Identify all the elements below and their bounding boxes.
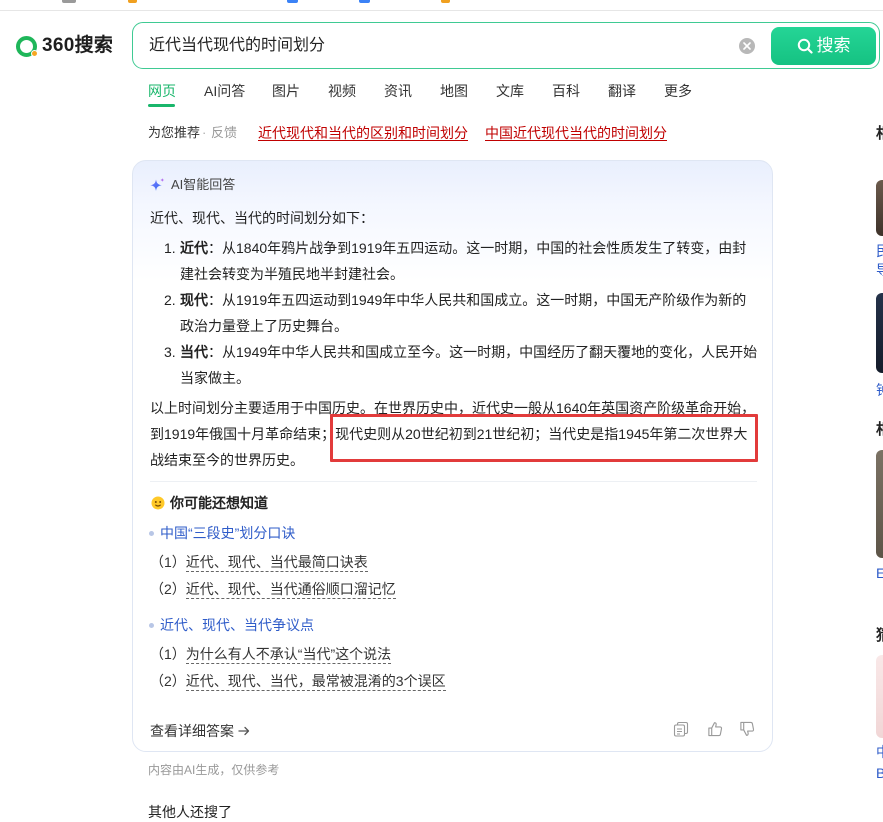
recommend-separator: ·: [202, 125, 207, 140]
side-link[interactable]: 中: [876, 744, 883, 760]
tab-images[interactable]: 图片: [272, 82, 300, 100]
side-thumbnail[interactable]: [876, 450, 883, 558]
bookmark-icon[interactable]: [441, 0, 450, 3]
side-heading: 相: [876, 126, 883, 142]
bookmarks-bar-divider: [0, 10, 883, 11]
search-button-label: 搜索: [816, 36, 851, 55]
logo-text: 360搜索: [42, 35, 114, 56]
tab-more[interactable]: 更多: [664, 82, 692, 100]
side-thumbnail[interactable]: [876, 180, 883, 236]
arrow-right-icon: [238, 726, 250, 736]
side-link[interactable]: E: [876, 565, 883, 581]
list-number: 3.: [164, 344, 176, 360]
tab-news[interactable]: 资讯: [384, 82, 412, 100]
view-detail-label: 查看详细答案: [150, 723, 234, 739]
search-button[interactable]: 搜索: [771, 27, 876, 65]
divider: [150, 481, 757, 482]
bullet-dot: [149, 531, 154, 536]
clear-icon[interactable]: [739, 38, 755, 54]
question-text[interactable]: 近代、现代、当代，最常被混淆的3个误区: [185, 673, 446, 691]
period-list: 1. 近代：从1840年鸦片战争到1919年五四运动。这一时期，中国的社会性质发…: [164, 235, 764, 391]
recommend-link[interactable]: 近代现代和当代的区别和时间划分: [258, 124, 468, 142]
answer-intro: 近代、现代、当代的时间划分如下：: [150, 210, 374, 226]
related-question[interactable]: （2）近代、现代、当代通俗顺口溜记忆: [150, 579, 396, 599]
side-heading: 猜: [876, 628, 883, 644]
side-thumbnail[interactable]: [876, 293, 883, 373]
side-link[interactable]: 钟: [876, 382, 883, 398]
list-item-label: 现代: [180, 292, 208, 308]
active-tab-indicator: [148, 104, 175, 107]
ai-disclaimer: 内容由AI生成，仅供参考: [148, 763, 280, 777]
list-item-label: 近代: [180, 240, 208, 256]
tab-web[interactable]: 网页: [148, 82, 176, 100]
view-detail-link[interactable]: 查看详细答案: [150, 721, 250, 741]
others-searched-heading: 其他人还搜了: [148, 804, 232, 820]
sparkle-icon: [150, 178, 165, 191]
recommend-link[interactable]: 中国近代现代当代的时间划分: [485, 124, 667, 142]
site-logo[interactable]: 360搜索: [14, 30, 118, 62]
side-thumbnail[interactable]: [876, 655, 883, 738]
emoji-icon: [151, 496, 165, 510]
right-side-panel: 相 民 导 钟 相 E 猜 中 B: [876, 0, 883, 822]
bullet-dot: [149, 623, 154, 628]
list-item-text: ：从1840年鸦片战争到1919年五四运动。这一时期，中国的社会性质发生了转变，…: [180, 240, 747, 282]
recommend-label: 为您推荐: [148, 125, 201, 140]
question-number: （2）: [150, 673, 186, 689]
list-item-text: ：从1949年中华人民共和国成立至今。这一时期，中国经历了翻天覆地的变化，人民开…: [180, 344, 758, 386]
related-group-title[interactable]: 近代、现代、当代争议点: [160, 615, 314, 635]
tab-translate[interactable]: 翻译: [608, 82, 636, 100]
side-link[interactable]: 导: [876, 262, 883, 278]
list-number: 1.: [164, 240, 176, 256]
list-item: 1. 近代：从1840年鸦片战争到1919年五四运动。这一时期，中国的社会性质发…: [164, 235, 764, 287]
thumbs-down-icon[interactable]: [739, 721, 755, 737]
logo-dot: [31, 50, 38, 57]
list-item-label: 当代: [180, 344, 208, 360]
tab-library[interactable]: 文库: [496, 82, 524, 100]
list-item-text: ：从1919年五四运动到1949年中华人民共和国成立。这一时期，中国无产阶级作为…: [180, 292, 747, 334]
ai-card-title: AI智能回答: [171, 177, 236, 192]
feedback-link[interactable]: 反馈: [211, 124, 237, 142]
tab-ai-qa[interactable]: AI问答: [204, 82, 245, 100]
related-question[interactable]: （1）近代、现代、当代最简口诀表: [150, 552, 368, 572]
related-group-title[interactable]: 中国“三段史”划分口诀: [160, 523, 295, 543]
magnifier-icon: [797, 38, 813, 54]
tab-encyclopedia[interactable]: 百科: [552, 82, 580, 100]
question-number: （1）: [150, 554, 186, 570]
question-text[interactable]: 为什么有人不承认“当代”这个说法: [185, 646, 392, 664]
tab-videos[interactable]: 视频: [328, 82, 356, 100]
tab-maps[interactable]: 地图: [440, 82, 468, 100]
search-input[interactable]: 近代当代现代的时间划分: [149, 35, 325, 57]
highlight-box: [330, 414, 758, 462]
copy-icon[interactable]: [673, 721, 689, 737]
side-heading: 相: [876, 422, 883, 438]
thumbs-up-icon[interactable]: [707, 721, 723, 737]
bookmark-icon[interactable]: [287, 0, 298, 3]
bookmark-icon[interactable]: [62, 0, 76, 3]
side-link[interactable]: 民: [876, 243, 883, 259]
bookmark-icon[interactable]: [359, 0, 370, 3]
question-number: （1）: [150, 646, 186, 662]
related-question[interactable]: （2）近代、现代、当代，最常被混淆的3个误区: [150, 671, 446, 691]
question-text[interactable]: 近代、现代、当代通俗顺口溜记忆: [185, 581, 396, 599]
list-item: 2. 现代：从1919年五四运动到1949年中华人民共和国成立。这一时期，中国无…: [164, 287, 764, 339]
related-question[interactable]: （1）为什么有人不承认“当代”这个说法: [150, 644, 392, 664]
bookmark-icon[interactable]: [128, 0, 137, 3]
list-number: 2.: [164, 292, 176, 308]
list-item: 3. 当代：从1949年中华人民共和国成立至今。这一时期，中国经历了翻天覆地的变…: [164, 339, 764, 391]
question-number: （2）: [150, 581, 186, 597]
related-title: 你可能还想知道: [170, 495, 268, 511]
question-text[interactable]: 近代、现代、当代最简口诀表: [185, 554, 368, 572]
side-link[interactable]: B: [876, 765, 883, 781]
